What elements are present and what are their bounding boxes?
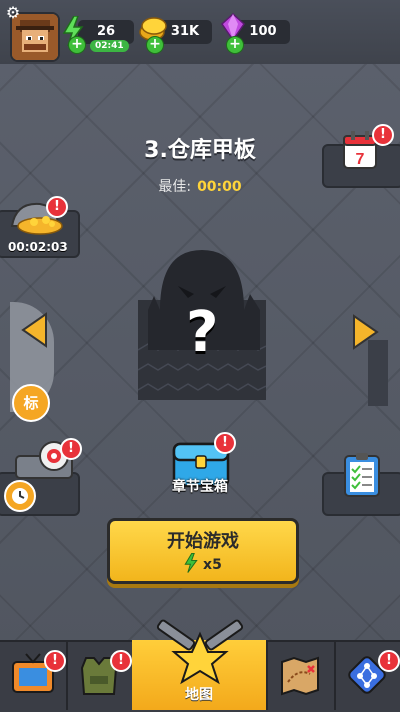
best-time-value: 00:00 xyxy=(197,179,242,195)
radar-clock-icon xyxy=(4,480,36,512)
add-energy-button[interactable]: + xyxy=(68,36,86,54)
chapter-chest-label: 章节宝箱 xyxy=(172,479,228,495)
treasure-alert-badge: ! xyxy=(46,196,68,218)
skills-alert-badge: ! xyxy=(378,650,400,672)
start-game-cost-value: x5 xyxy=(203,557,222,573)
gem-value: 100 xyxy=(249,24,277,39)
start-game-cost: x5 xyxy=(110,552,296,573)
add-gems-button[interactable]: + xyxy=(226,36,244,54)
nav-tab-skills[interactable]: ! xyxy=(334,640,400,710)
energy-timer: 02:41 xyxy=(90,40,129,52)
left-arrow-icon[interactable] xyxy=(20,312,50,348)
shop-alert-badge: ! xyxy=(44,650,66,672)
next-level-preview[interactable] xyxy=(368,340,388,406)
calendar-alert-badge: ! xyxy=(372,124,394,146)
equipment-alert-badge: ! xyxy=(110,650,132,672)
marker-badge[interactable]: 标 xyxy=(12,384,50,422)
nav-tab-world-map[interactable] xyxy=(266,640,336,710)
treasure-timer: 00:02:03 xyxy=(8,240,68,254)
start-game-label: 开始游戏 xyxy=(167,531,239,552)
mystery-question-mark: ? xyxy=(186,300,219,365)
nav-tab-equipment[interactable]: ! xyxy=(66,640,134,710)
nav-tab-shop[interactable]: ! xyxy=(0,640,68,710)
chest-alert-badge: ! xyxy=(214,432,236,454)
best-time-label: 最佳: xyxy=(158,179,192,195)
task-clipboard-icon[interactable] xyxy=(342,452,382,498)
crossed-guns-star-icon xyxy=(156,619,244,685)
nav-map-label: 地图 xyxy=(185,687,213,703)
svg-text:7: 7 xyxy=(356,151,365,168)
nav-tab-map[interactable]: 地图 xyxy=(132,619,268,710)
treasure-map-icon xyxy=(281,656,319,696)
energy-value: 26 xyxy=(96,24,116,39)
radar-alert-badge: ! xyxy=(60,438,82,460)
add-coins-button[interactable]: + xyxy=(146,36,164,54)
coin-value: 31K xyxy=(170,24,200,39)
settings-gear-icon[interactable]: ⚙ xyxy=(4,4,22,22)
cost-energy-icon xyxy=(184,552,198,573)
start-game-button[interactable]: 开始游戏 x5 xyxy=(107,518,299,584)
